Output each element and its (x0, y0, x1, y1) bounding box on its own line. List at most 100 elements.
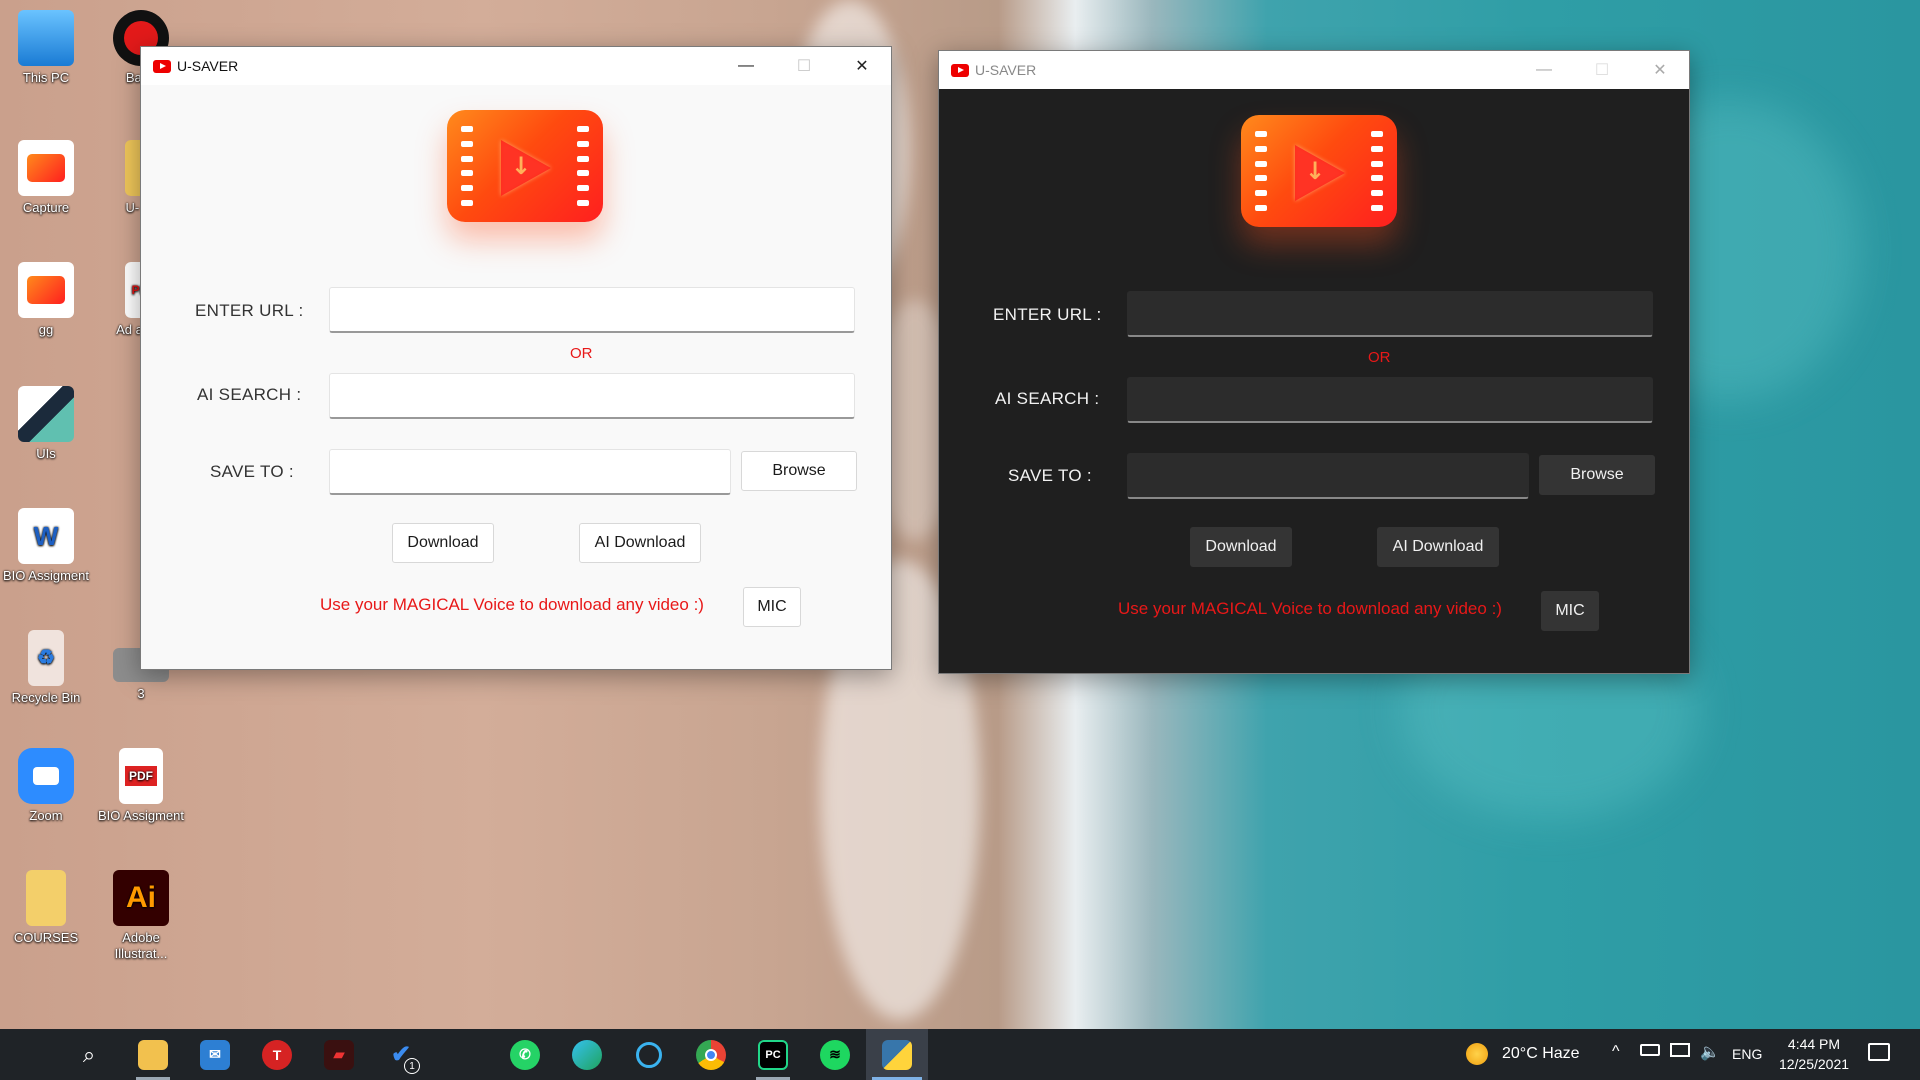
desktop-icon-label: Capture (22, 200, 70, 215)
taskbar-python[interactable] (866, 1029, 928, 1080)
or-divider: OR (570, 345, 593, 362)
search-icon: ⌕ (82, 1041, 96, 1067)
or-divider: OR (1368, 349, 1391, 366)
enter-url-label: ENTER URL : (993, 305, 1102, 324)
browse-button[interactable]: Browse (1539, 455, 1655, 495)
office-grid-icon (450, 1042, 476, 1068)
car-icon: ▰ (324, 1039, 354, 1070)
taskbar-chrome[interactable] (680, 1029, 742, 1080)
t-app-icon: T (262, 1039, 292, 1070)
taskbar-t-app[interactable]: T (246, 1029, 308, 1080)
image-thumbnail-icon (18, 386, 74, 442)
window-title: U-SAVER (975, 62, 1037, 78)
taskbar-todo[interactable]: ✔ 1 (370, 1029, 432, 1080)
folder-icon (26, 870, 66, 926)
taskbar-cortana[interactable] (618, 1029, 680, 1080)
start-button[interactable] (0, 1029, 62, 1080)
desktop-icon-courses[interactable]: COURSES (0, 870, 92, 946)
word-icon: W (18, 508, 74, 564)
maximize-button[interactable]: ☐ (775, 47, 833, 85)
taskbar: ⌕ ✉ T ▰ ✔ 1 ✆ PC ≋ 20°C Haze ^ 🔈 ENG 4:4… (0, 1029, 1920, 1080)
windows-logo-icon (20, 1044, 42, 1066)
ai-search-label: AI SEARCH : (995, 389, 1100, 408)
save-path-input[interactable] (329, 449, 731, 495)
taskbar-spotify[interactable]: ≋ (804, 1029, 866, 1080)
youtube-icon (951, 63, 969, 77)
taskbar-mail[interactable]: ✉ (184, 1029, 246, 1080)
taskbar-office[interactable] (432, 1029, 494, 1080)
title-bar[interactable]: U-SAVER — ☐ ✕ (141, 47, 891, 85)
app-logo: ↓ (447, 110, 603, 222)
cortana-ring-icon (636, 1041, 662, 1068)
desktop-icon-label: COURSES (13, 930, 79, 945)
save-path-input[interactable] (1127, 453, 1529, 499)
close-button[interactable]: ✕ (1631, 51, 1689, 89)
ai-download-button[interactable]: AI Download (579, 523, 701, 563)
desktop-icon-this-pc[interactable]: This PC (0, 10, 92, 86)
monitor-icon (18, 10, 74, 66)
chevron-up-icon[interactable]: ^ (1612, 1043, 1620, 1061)
enter-url-label: ENTER URL : (195, 301, 304, 320)
ai-search-input[interactable] (1127, 377, 1653, 423)
save-to-label: SAVE TO : (1008, 466, 1092, 485)
desktop-icon-label: Adobe Illustrat... (114, 930, 168, 961)
desktop-icon-capture[interactable]: Capture (0, 140, 92, 216)
weather-text[interactable]: 20°C Haze (1502, 1045, 1580, 1063)
pycharm-icon: PC (758, 1039, 788, 1070)
window-title: U-SAVER (177, 58, 239, 74)
search-button[interactable]: ⌕ (58, 1029, 120, 1080)
pdf-icon: PDF (119, 748, 163, 804)
folder-icon (138, 1039, 168, 1070)
ai-search-input[interactable] (329, 373, 855, 419)
notification-center-icon[interactable] (1868, 1043, 1890, 1061)
taskbar-edge[interactable] (556, 1029, 618, 1080)
weather-icon[interactable] (1466, 1043, 1488, 1065)
desktop-icon-illustrator[interactable]: Ai Adobe Illustrat... (95, 870, 187, 962)
notification-badge: 1 (404, 1058, 420, 1074)
taskbar-pycharm[interactable]: PC (742, 1029, 804, 1080)
maximize-button[interactable]: ☐ (1573, 51, 1631, 89)
download-button[interactable]: Download (392, 523, 494, 563)
video-logo-icon (18, 262, 74, 318)
url-input[interactable] (1127, 291, 1653, 337)
minimize-button[interactable]: — (717, 47, 775, 85)
taskbar-racing-app[interactable]: ▰ (308, 1029, 370, 1080)
title-bar[interactable]: U-SAVER — ☐ ✕ (939, 51, 1689, 89)
browse-button[interactable]: Browse (741, 451, 857, 491)
clock-date[interactable]: 12/25/2021 (1774, 1056, 1854, 1072)
ai-search-label: AI SEARCH : (197, 385, 302, 404)
desktop-icon-uis[interactable]: UIs (0, 386, 92, 462)
recycle-bin-icon: ♻ (28, 630, 64, 686)
download-arrow-icon: ↓ (511, 152, 532, 180)
speaker-icon[interactable]: 🔈 (1700, 1042, 1720, 1062)
mic-button[interactable]: MIC (1541, 591, 1599, 631)
desktop-icon-gg[interactable]: gg (0, 262, 92, 338)
desktop-icon-label: BIO Assigment (3, 568, 89, 583)
mic-button[interactable]: MIC (743, 587, 801, 627)
voice-prompt-text: Use your MAGICAL Voice to download any v… (320, 595, 704, 614)
download-button[interactable]: Download (1190, 527, 1292, 567)
desktop-icon-recycle-bin[interactable]: ♻ Recycle Bin (0, 630, 92, 706)
u-saver-window-dark: U-SAVER — ☐ ✕ ↓ ENTER URL : OR AI SEARCH… (938, 50, 1690, 674)
taskbar-file-explorer[interactable] (122, 1029, 184, 1080)
url-input[interactable] (329, 287, 855, 333)
zoom-camera-icon (18, 748, 74, 804)
ai-download-button[interactable]: AI Download (1377, 527, 1499, 567)
save-to-label: SAVE TO : (210, 462, 294, 481)
clock-time[interactable]: 4:44 PM (1784, 1036, 1844, 1052)
download-arrow-icon: ↓ (1305, 157, 1326, 185)
desktop-icon-label: gg (38, 322, 54, 337)
desktop-icon-zoom[interactable]: Zoom (0, 748, 92, 824)
u-saver-window-light: U-SAVER — ☐ ✕ ↓ ENTER URL : OR AI SEARCH… (140, 46, 892, 670)
desktop-icon-label: BIO Assigment (98, 808, 184, 823)
close-button[interactable]: ✕ (833, 47, 891, 85)
network-icon[interactable] (1670, 1043, 1690, 1057)
desktop-icon-label: Zoom (29, 808, 63, 823)
desktop-icon-bio-word[interactable]: W BIO Assigment (0, 508, 92, 584)
mail-icon: ✉ (200, 1039, 230, 1070)
taskbar-whatsapp[interactable]: ✆ (494, 1029, 556, 1080)
desktop-icon-bio-pdf[interactable]: PDF BIO Assigment (95, 748, 187, 824)
minimize-button[interactable]: — (1515, 51, 1573, 89)
battery-icon[interactable] (1640, 1044, 1660, 1056)
language-indicator[interactable]: ENG (1732, 1046, 1762, 1062)
